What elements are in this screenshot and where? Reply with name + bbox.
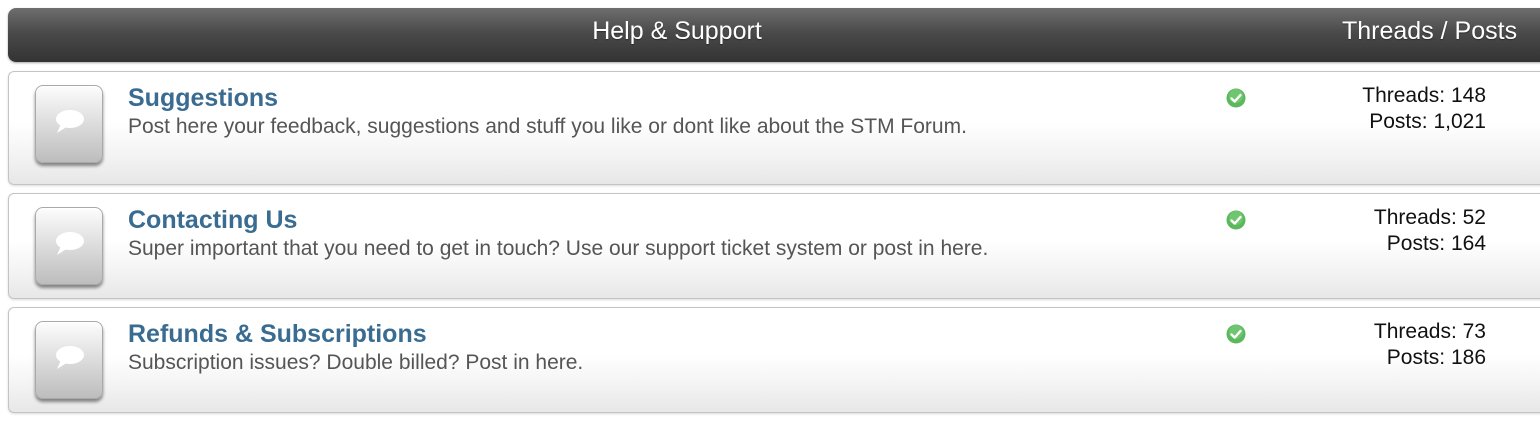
- thread-count: Threads: 52: [1373, 206, 1486, 229]
- thread-count: Threads: 148: [1362, 84, 1486, 107]
- check-circle-icon: [1226, 324, 1246, 344]
- post-count: Posts: 186: [1386, 346, 1486, 369]
- forum-description: Subscription issues? Double billed? Post…: [128, 351, 584, 374]
- forum-description: Post here your feedback, suggestions and…: [128, 115, 967, 138]
- post-count: Posts: 164: [1386, 232, 1486, 255]
- forum-title-link[interactable]: Contacting Us: [128, 206, 297, 235]
- forum-row-refunds-subscriptions: Refunds & Subscriptions Subscription iss…: [8, 307, 1540, 413]
- speech-bubble-icon[interactable]: [35, 85, 103, 163]
- post-count: Posts: 1,021: [1369, 110, 1486, 133]
- speech-bubble-icon[interactable]: [35, 321, 103, 399]
- check-circle-icon: [1226, 210, 1246, 230]
- check-circle-icon: [1226, 88, 1246, 108]
- forum-title-link[interactable]: Suggestions: [128, 84, 278, 113]
- section-title: Help & Support: [592, 17, 762, 45]
- forum-stats: Threads: 148 Posts: 1,021: [1309, 83, 1486, 135]
- forum-stats: Threads: 52 Posts: 164: [1309, 205, 1486, 257]
- stats-column-label: Threads / Posts: [1342, 17, 1518, 45]
- forum-row-contacting-us: Contacting Us Super important that you n…: [8, 193, 1540, 299]
- forum-title-link[interactable]: Refunds & Subscriptions: [128, 320, 427, 349]
- forum-row-suggestions: Suggestions Post here your feedback, sug…: [8, 71, 1540, 185]
- forum-description: Super important that you need to get in …: [128, 237, 989, 260]
- section-header: Help & Support Threads / Posts: [8, 8, 1540, 62]
- speech-bubble-icon[interactable]: [35, 207, 103, 285]
- thread-count: Threads: 73: [1373, 320, 1486, 343]
- forum-section: Help & Support Threads / Posts Suggestio…: [0, 0, 1540, 426]
- forum-stats: Threads: 73 Posts: 186: [1309, 319, 1486, 371]
